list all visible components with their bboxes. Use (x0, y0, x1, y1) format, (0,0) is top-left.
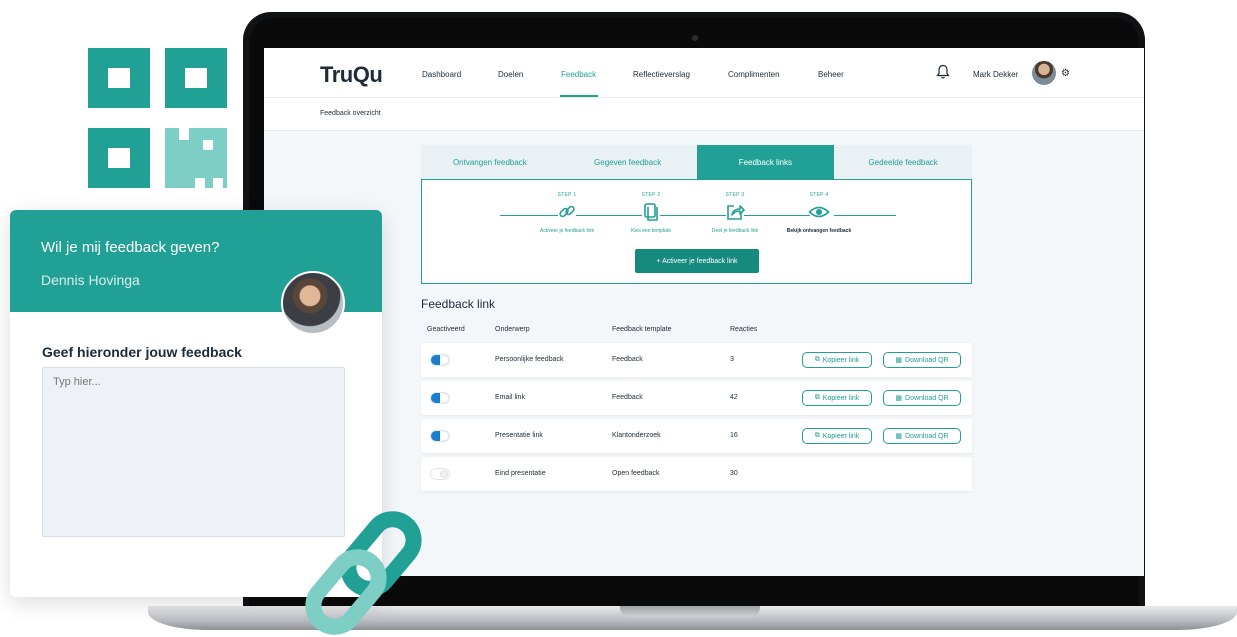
feedback-tabs: Ontvangen feedback Gegeven feedback Feed… (421, 145, 972, 179)
qr-icon: ▦ (895, 433, 903, 440)
row-template: Feedback (612, 394, 643, 401)
laptop-camera (692, 35, 698, 41)
qr-decoration-top-left (88, 48, 150, 108)
step-2: STEP 2 Kies een template (606, 192, 696, 234)
step-3-number: STEP 3 (725, 192, 745, 198)
column-header-subject: Onderwerp (495, 326, 530, 333)
nav-feedback[interactable]: Feedback (561, 70, 596, 79)
activate-feedback-link-button[interactable]: + Activeer je feedback link (635, 249, 759, 273)
requester-avatar (281, 271, 345, 335)
row-template: Feedback (612, 356, 643, 363)
copy-link-button[interactable]: ⧉ Kopieer link (802, 428, 872, 444)
copy-icon (606, 202, 696, 222)
sub-navigation: Feedback overzicht (264, 98, 1144, 131)
row-reactions: 16 (730, 432, 738, 439)
card-requester-name: Dennis Hovinga (41, 272, 140, 288)
download-qr-label: Download QR (905, 432, 949, 440)
feedback-input-label: Geef hieronder jouw feedback (42, 344, 242, 360)
step-2-number: STEP 2 (641, 192, 661, 198)
step-4-caption: Bekijk ontvangen feedback (786, 228, 852, 234)
chain-link-icon (305, 511, 422, 635)
column-header-active: Geactiveerd (427, 326, 465, 333)
row-subject: Persoonlijke feedback (495, 356, 564, 363)
qr-decoration-top-right (165, 48, 227, 108)
step-4-number: STEP 4 (809, 192, 829, 198)
app-logo[interactable]: TruQu (320, 62, 383, 88)
copy-icon: ⧉ (814, 356, 820, 363)
row-subject: Eind presentatie (495, 470, 546, 477)
qr-icon: ▦ (895, 357, 903, 364)
copy-icon: ⧉ (814, 394, 820, 401)
table-row: Presentatie link Klantonderzoek 16 ⧉ Kopi… (421, 419, 972, 453)
gear-icon[interactable]: ⚙ (1061, 68, 1070, 79)
tab-gedeelde-feedback[interactable]: Gedeelde feedback (834, 145, 972, 179)
breadcrumb[interactable]: Feedback overzicht (320, 110, 381, 117)
copy-link-button[interactable]: ⧉ Kopieer link (802, 352, 872, 368)
share-icon (690, 202, 780, 222)
user-avatar[interactable] (1032, 61, 1056, 85)
copy-link-label: Kopieer link (822, 356, 860, 364)
download-qr-label: Download QR (905, 356, 949, 364)
column-header-reactions: Reacties (730, 326, 758, 333)
step-1-caption: Activeer je feedback link (540, 228, 594, 234)
eye-icon (774, 202, 864, 222)
link-icon (522, 202, 612, 222)
step-4: STEP 4 Bekijk ontvangen feedback (774, 192, 864, 234)
step-2-caption: Kies een template (630, 228, 672, 234)
download-qr-button[interactable]: ▦ Download QR (883, 352, 961, 368)
copy-link-label: Kopieer link (822, 394, 860, 402)
step-1: STEP 1 Activeer je feedback link (522, 192, 612, 234)
copy-icon: ⧉ (814, 432, 820, 439)
qr-icon: ▦ (895, 395, 903, 402)
steps-panel: STEP 1 Activeer je feedback link STEP 2 … (421, 179, 972, 284)
table-row: Eind presentatie Open feedback 30 (421, 457, 972, 491)
laptop-notch (620, 606, 760, 617)
top-navigation: TruQu Dashboard Doelen Feedback Reflecti… (264, 48, 1144, 98)
row-template: Open feedback (612, 470, 660, 477)
active-toggle[interactable] (430, 468, 450, 480)
row-subject: Email link (495, 394, 525, 401)
row-reactions: 42 (730, 394, 738, 401)
table-row: Email link Feedback 42 ⧉ Kopieer link ▦ Do… (421, 381, 972, 415)
active-toggle[interactable] (430, 392, 450, 404)
section-title: Feedback link (421, 297, 496, 311)
row-reactions: 3 (730, 356, 734, 363)
nav-reflectieverslag[interactable]: Reflectieverslag (633, 70, 690, 79)
download-qr-label: Download QR (905, 394, 949, 402)
qr-decoration-bottom-right (165, 128, 227, 188)
tab-feedback-links[interactable]: Feedback links (696, 145, 835, 179)
download-qr-button[interactable]: ▦ Download QR (883, 390, 961, 406)
nav-dashboard[interactable]: Dashboard (422, 70, 461, 79)
row-reactions: 30 (730, 470, 738, 477)
row-template: Klantonderzoek (612, 432, 661, 439)
tab-ontvangen-feedback[interactable]: Ontvangen feedback (421, 145, 559, 179)
row-subject: Presentatie link (495, 432, 543, 439)
nav-complimenten[interactable]: Complimenten (728, 70, 780, 79)
step-3-caption: Deel je feedback link (711, 228, 759, 234)
column-header-template: Feedback template (612, 326, 672, 333)
tab-gegeven-feedback[interactable]: Gegeven feedback (558, 145, 697, 179)
app-screen: TruQu Dashboard Doelen Feedback Reflecti… (264, 48, 1144, 576)
step-1-number: STEP 1 (557, 192, 577, 198)
qr-decoration-bottom-left (88, 128, 150, 188)
nav-doelen[interactable]: Doelen (498, 70, 523, 79)
bell-icon[interactable] (936, 64, 950, 80)
copy-link-label: Kopieer link (822, 432, 860, 440)
active-toggle[interactable] (430, 354, 450, 366)
card-question: Wil je mij feedback geven? (41, 239, 220, 256)
active-toggle[interactable] (430, 430, 450, 442)
nav-beheer[interactable]: Beheer (818, 70, 844, 79)
download-qr-button[interactable]: ▦ Download QR (883, 428, 961, 444)
copy-link-button[interactable]: ⧉ Kopieer link (802, 390, 872, 406)
user-name[interactable]: Mark Dekker (973, 70, 1018, 79)
nav-active-underline (560, 95, 598, 97)
step-3: STEP 3 Deel je feedback link (690, 192, 780, 234)
table-row: Persoonlijke feedback Feedback 3 ⧉ Kopiee… (421, 343, 972, 377)
